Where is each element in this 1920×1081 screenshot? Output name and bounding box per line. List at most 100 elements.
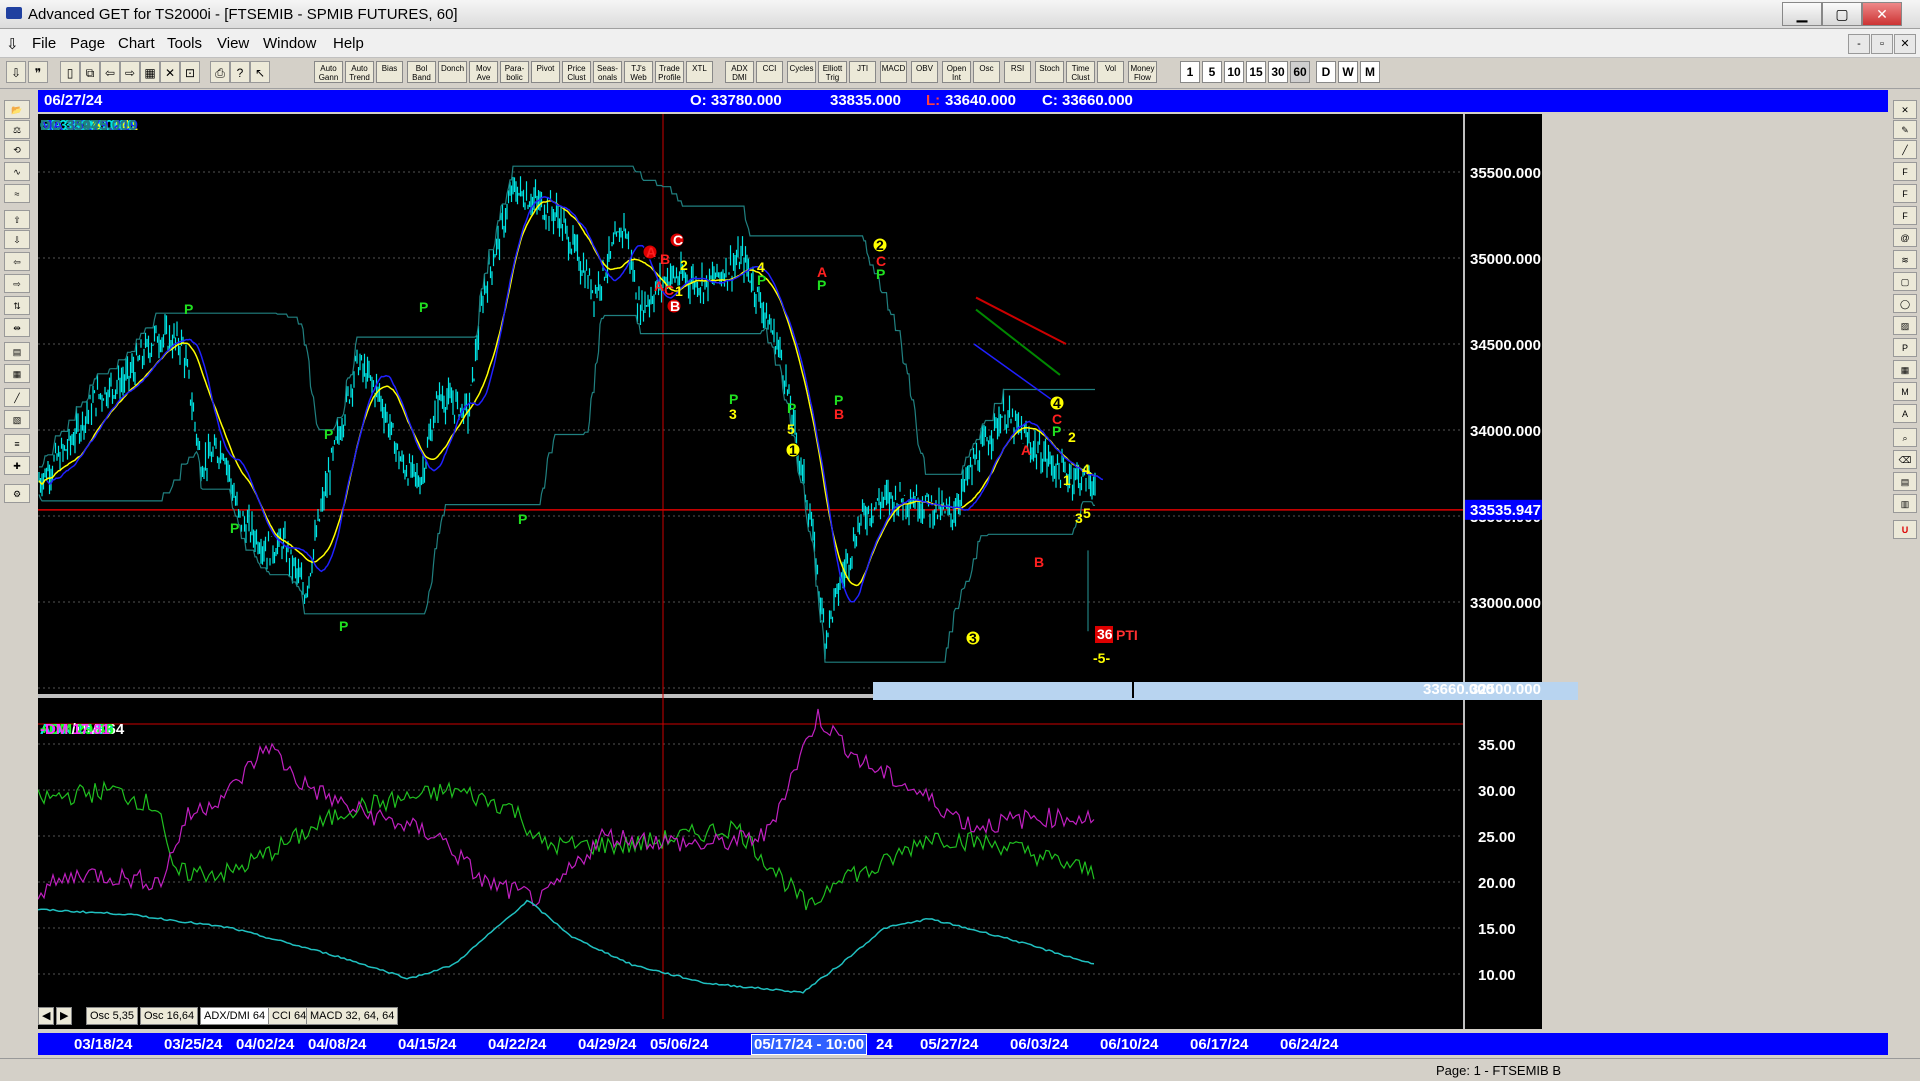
study-button-donch[interactable]: Donch xyxy=(438,61,467,83)
study-button-pivot[interactable]: Pivot xyxy=(531,61,560,83)
mob-icon[interactable]: M xyxy=(1893,382,1917,401)
grid-tool-icon[interactable]: ▦ xyxy=(4,364,30,383)
open-icon[interactable]: 📂 xyxy=(4,100,30,119)
left-arrow-icon[interactable]: ⇦ xyxy=(4,252,30,271)
pti-icon[interactable]: P xyxy=(1893,338,1917,357)
spiral-icon[interactable]: @ xyxy=(1893,228,1917,247)
tab-cci-64[interactable]: CCI 64 xyxy=(268,1007,311,1025)
timeframe-button-m[interactable]: M xyxy=(1360,61,1380,83)
menu-page[interactable]: Page xyxy=(70,35,105,52)
study-button-seas-onals[interactable]: Seas-onals xyxy=(593,61,622,83)
study-button-cycles[interactable]: Cycles xyxy=(787,61,816,83)
forward-icon[interactable]: ⇨ xyxy=(120,61,140,83)
tab-osc-16-64[interactable]: Osc 16,64 xyxy=(140,1007,199,1025)
study-button-xtl[interactable]: XTL xyxy=(686,61,713,83)
mdi-restore-button[interactable]: ▫ xyxy=(1871,34,1893,54)
new-page-icon[interactable]: ▯ xyxy=(60,61,80,83)
ellipse-icon[interactable]: ◯ xyxy=(1893,294,1917,313)
study-button-mov-ave[interactable]: Mov Ave xyxy=(469,61,498,83)
pencil-icon[interactable]: ✎ xyxy=(1893,120,1917,139)
study-button-bol-band[interactable]: Bol Band xyxy=(407,61,436,83)
study-button-auto-gann[interactable]: Auto Gann xyxy=(314,61,343,83)
study-button-tj-s-web[interactable]: TJ's Web xyxy=(624,61,653,83)
text-icon[interactable]: A xyxy=(1893,404,1917,423)
menu-view[interactable]: View xyxy=(217,35,249,52)
up-arrow-icon[interactable]: ⇧ xyxy=(4,210,30,229)
timeframe-button-w[interactable]: W xyxy=(1338,61,1358,83)
quote-icon[interactable]: ❞ xyxy=(28,61,48,83)
menu-help[interactable]: Help xyxy=(333,35,364,52)
context-help-icon[interactable]: ↖ xyxy=(250,61,270,83)
gann-icon[interactable]: ▧ xyxy=(4,410,30,429)
study-button-adx-dmi[interactable]: ADX DMI xyxy=(725,61,754,83)
reset-icon[interactable]: ⟲ xyxy=(4,140,30,159)
chart-area[interactable]: PPPPPPABC2AC1B4PAP2CPP3P51PB34CPA24135B3… xyxy=(37,114,1888,1029)
study-button-stoch[interactable]: Stoch xyxy=(1035,61,1064,83)
calc-icon[interactable]: ⚖ xyxy=(4,120,30,139)
chart-canvas[interactable]: PPPPPPA BC2A C 1B4P AP2CPP3 P51PB34CPA2413 5B3… xyxy=(37,114,1888,1029)
grid-icon[interactable]: ▦ xyxy=(140,61,160,83)
elliott-icon[interactable]: ≈ xyxy=(4,184,30,203)
close-button[interactable]: ✕ xyxy=(1862,2,1902,26)
fib-ret-icon[interactable]: F xyxy=(1893,162,1917,181)
fib-icon[interactable]: ≡ xyxy=(4,434,30,453)
delete-icon[interactable]: ✕ xyxy=(160,61,180,83)
study-icon[interactable]: ∿ xyxy=(4,162,30,181)
timeframe-button-60[interactable]: 60 xyxy=(1290,61,1310,83)
study-button-obv[interactable]: OBV xyxy=(911,61,938,83)
line-icon[interactable]: ╱ xyxy=(1893,140,1917,159)
study-button-osc[interactable]: Osc xyxy=(973,61,1000,83)
settings-icon[interactable]: ⚙ xyxy=(4,484,30,503)
study-button-time-clust[interactable]: Time Clust xyxy=(1066,61,1095,83)
box-icon[interactable]: ▢ xyxy=(1893,272,1917,291)
tab-scroll-right[interactable]: ▶ xyxy=(56,1007,73,1025)
study-button-money-flow[interactable]: Money Flow xyxy=(1128,61,1157,83)
study-button-price-clust[interactable]: Price Clust xyxy=(562,61,591,83)
study-button-macd[interactable]: MACD xyxy=(880,61,907,83)
tab-osc-5-35[interactable]: Osc 5,35 xyxy=(86,1007,139,1025)
study-button-elliott-trig[interactable]: Elliott Trig xyxy=(818,61,847,83)
timeframe-button-d[interactable]: D xyxy=(1316,61,1336,83)
back-icon[interactable]: ⇦ xyxy=(100,61,120,83)
bars-icon[interactable]: ▤ xyxy=(4,342,30,361)
help-icon[interactable]: ? xyxy=(230,61,250,83)
pin-icon[interactable]: ⇩ xyxy=(6,35,19,53)
fib-ext-icon[interactable]: F xyxy=(1893,184,1917,203)
zoom-icon[interactable]: ⊡ xyxy=(180,61,200,83)
timeframe-button-5[interactable]: 5 xyxy=(1202,61,1222,83)
fib-time-icon[interactable]: F xyxy=(1893,206,1917,225)
crosshair-icon[interactable]: ✚ xyxy=(4,456,30,475)
study-button-rsi[interactable]: RSI xyxy=(1004,61,1031,83)
channel-icon[interactable]: ▨ xyxy=(1893,316,1917,335)
lines-icon[interactable]: ╱ xyxy=(4,388,30,407)
study-button-bias[interactable]: Bias xyxy=(376,61,403,83)
tab-macd-32-64-64[interactable]: MACD 32, 64, 64 xyxy=(306,1007,399,1025)
menu-tools[interactable]: Tools xyxy=(167,35,202,52)
pin-tool-icon[interactable]: ⇩ xyxy=(6,61,26,83)
copy-icon[interactable]: ⧉ xyxy=(80,61,100,83)
study-button-trade-profile[interactable]: Trade Profile xyxy=(655,61,684,83)
menu-chart[interactable]: Chart xyxy=(118,35,155,52)
fan-icon[interactable]: ≋ xyxy=(1893,250,1917,269)
minimize-button[interactable]: ▁ xyxy=(1782,2,1822,26)
mdi-minimize-button[interactable]: - xyxy=(1848,34,1870,54)
study-button-para-bolic[interactable]: Para-bolic xyxy=(500,61,529,83)
menu-window[interactable]: Window xyxy=(263,35,316,52)
down-arrow-icon[interactable]: ⇩ xyxy=(4,230,30,249)
cross-icon[interactable]: ✕ xyxy=(1893,100,1917,119)
study-button-jti[interactable]: JTI xyxy=(849,61,876,83)
timeframe-button-10[interactable]: 10 xyxy=(1224,61,1244,83)
timeframe-button-15[interactable]: 15 xyxy=(1246,61,1266,83)
study-button-open-int[interactable]: Open Int xyxy=(942,61,971,83)
mdi-close-button[interactable]: ✕ xyxy=(1894,34,1916,54)
study-button-vol[interactable]: Vol xyxy=(1097,61,1124,83)
timeframe-button-30[interactable]: 30 xyxy=(1268,61,1288,83)
menu-file[interactable]: File xyxy=(32,35,56,52)
tick-icon[interactable]: ⇅ xyxy=(4,296,30,315)
tab-adx-dmi-64[interactable]: ADX/DMI 64 xyxy=(200,1007,270,1025)
magnify-icon[interactable]: ⌕ xyxy=(1893,428,1917,447)
study-button-cci[interactable]: CCI xyxy=(756,61,783,83)
study-button-auto-trend[interactable]: Auto Trend xyxy=(345,61,374,83)
layers-icon[interactable]: ▤ xyxy=(1893,472,1917,491)
width-icon[interactable]: ⇹ xyxy=(4,318,30,337)
